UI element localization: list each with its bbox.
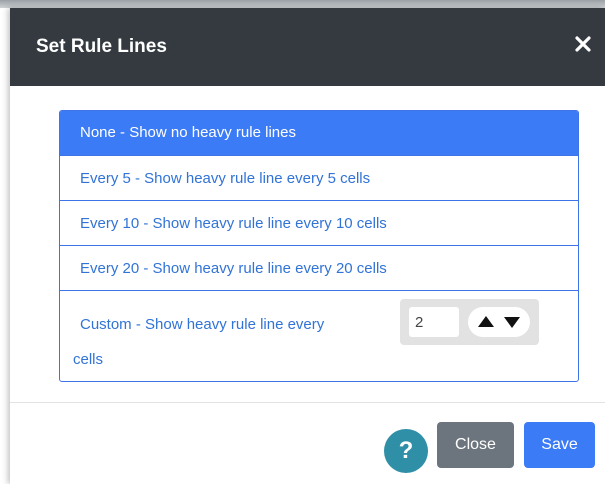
custom-label-suffix: cells [73, 351, 104, 368]
option-custom[interactable]: Custom - Show heavy rule line every cell… [60, 290, 578, 381]
set-rule-lines-dialog: Set Rule Lines None - Show no heavy rule… [10, 8, 605, 484]
stepper-buttons [468, 307, 530, 337]
footer-divider [10, 402, 605, 403]
page: Set Rule Lines None - Show no heavy rule… [0, 0, 605, 484]
option-every-20[interactable]: Every 20 - Show heavy rule line every 20… [60, 245, 578, 290]
close-icon[interactable] [573, 34, 593, 54]
option-none[interactable]: None - Show no heavy rule lines [60, 111, 578, 155]
help-button[interactable]: ? [384, 429, 428, 473]
option-every-5[interactable]: Every 5 - Show heavy rule line every 5 c… [60, 155, 578, 200]
rule-options-list: None - Show no heavy rule lines Every 5 … [59, 110, 579, 382]
triangle-down-icon[interactable] [504, 317, 520, 328]
option-every-10[interactable]: Every 10 - Show heavy rule line every 10… [60, 200, 578, 245]
custom-interval-stepper [400, 299, 539, 345]
save-button[interactable]: Save [524, 422, 595, 468]
custom-interval-input[interactable] [409, 307, 459, 337]
dialog-title: Set Rule Lines [36, 36, 167, 57]
dialog-header: Set Rule Lines [10, 8, 605, 86]
triangle-up-icon[interactable] [478, 316, 494, 327]
custom-label: Custom - Show heavy rule line every [80, 316, 325, 333]
backdrop [0, 0, 605, 8]
close-button[interactable]: Close [437, 422, 514, 468]
